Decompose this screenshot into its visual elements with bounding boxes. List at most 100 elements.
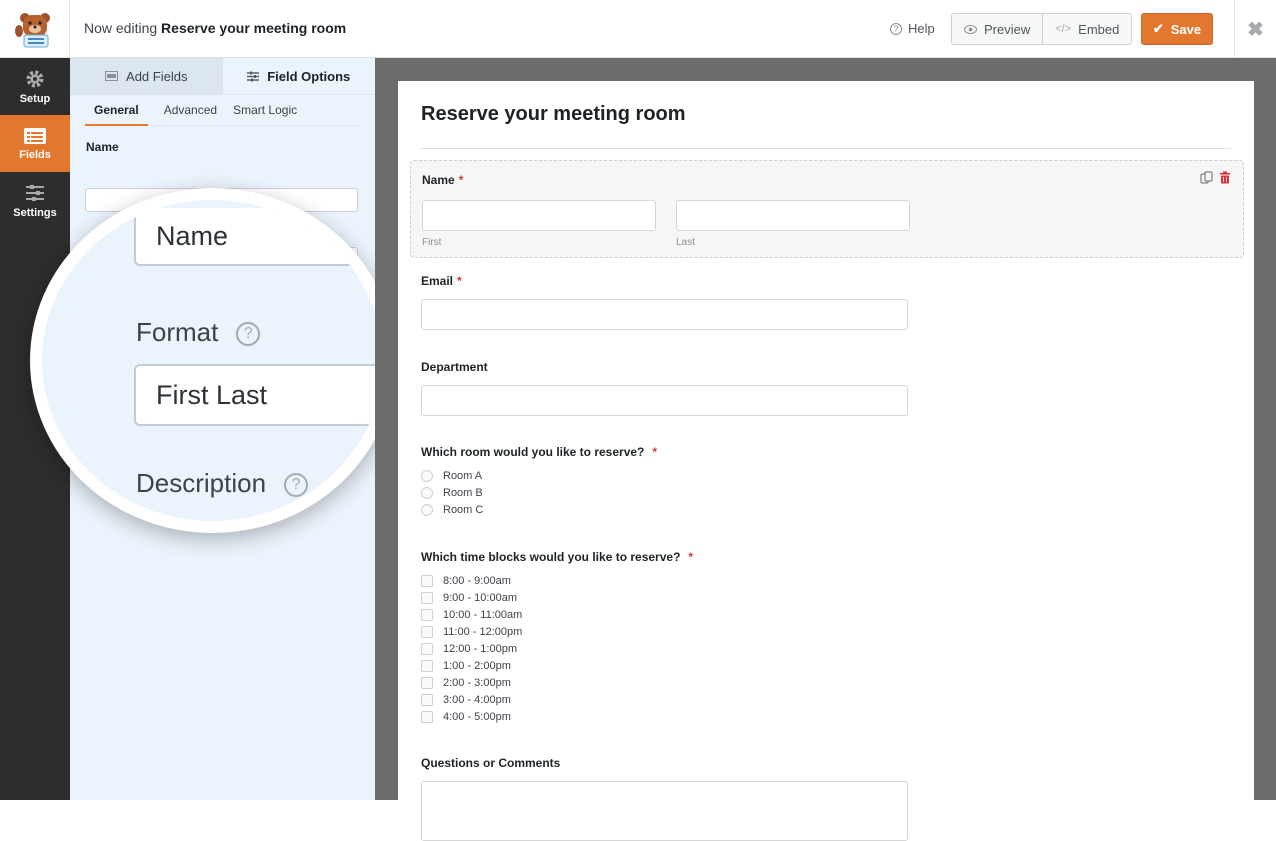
checkbox[interactable] — [421, 710, 433, 723]
checkbox[interactable] — [421, 625, 433, 638]
label-field-label: Name — [86, 140, 119, 154]
checkbox[interactable] — [421, 642, 433, 655]
save-button[interactable]: ✔ Save — [1141, 13, 1213, 45]
duplicate-icon[interactable] — [1200, 171, 1213, 184]
magnified-format-value: First Last — [134, 364, 383, 426]
time-option[interactable]: 12:00 - 1:00pm — [421, 640, 1233, 657]
eye-icon — [964, 24, 977, 34]
checkbox[interactable] — [421, 659, 433, 672]
checkbox[interactable] — [421, 591, 433, 604]
room-option[interactable]: Room A — [421, 467, 1233, 484]
field-options-panel: Add Fields Field Options General Advance… — [30, 58, 395, 800]
time-option[interactable]: 1:00 - 2:00pm — [421, 657, 1233, 674]
field-actions — [1200, 171, 1231, 184]
editing-prefix: Now editing — [84, 20, 158, 36]
bear-mascot-icon — [14, 13, 50, 48]
subtab-general[interactable]: General — [85, 102, 148, 126]
radio-button[interactable] — [421, 486, 433, 499]
form-title: Reserve your meeting room — [421, 103, 686, 125]
trash-icon[interactable] — [1219, 171, 1231, 184]
tab-field-options[interactable]: Field Options — [222, 58, 375, 94]
form-card: Reserve your meeting room Name * First La… — [398, 81, 1254, 841]
description-label-text: Description — [136, 468, 267, 498]
preview-button[interactable]: Preview — [952, 14, 1042, 44]
help-label: Help — [908, 21, 935, 36]
magnified-description-label: Description? — [136, 468, 309, 499]
time-option[interactable]: 4:00 - 5:00pm — [421, 708, 1233, 725]
time-option[interactable]: 9:00 - 10:00am — [421, 589, 1233, 606]
wpforms-logo — [0, 0, 70, 58]
magnifier-callout: Name Format? First Last Description? — [30, 188, 395, 533]
tab-add-fields[interactable]: Add Fields — [70, 58, 223, 94]
email-input[interactable] — [421, 299, 908, 330]
first-sublabel: First — [422, 237, 442, 248]
embed-button[interactable]: </> Embed — [1042, 14, 1131, 44]
checkmark-icon: ✔ — [1152, 21, 1164, 36]
department-field-label: Department — [421, 360, 488, 374]
checkbox[interactable] — [421, 676, 433, 689]
time-blocks-field: Which time blocks would you like to rese… — [410, 550, 1244, 725]
time-option[interactable]: 11:00 - 12:00pm — [421, 623, 1233, 640]
required-mark: * — [458, 173, 464, 187]
checkbox[interactable] — [421, 608, 433, 621]
tab-add-fields-label: Add Fields — [126, 68, 188, 84]
required-mark: * — [457, 274, 462, 288]
magnified-format-label: Format? — [136, 317, 261, 348]
room-option[interactable]: Room C — [421, 501, 1233, 518]
checkbox[interactable] — [421, 693, 433, 706]
time-option[interactable]: 2:00 - 3:00pm — [421, 674, 1233, 691]
close-icon: ✖ — [1247, 18, 1264, 41]
room-field-label: Which room would you like to reserve? * — [421, 445, 658, 459]
title-divider — [421, 148, 1231, 149]
department-field: Department — [410, 360, 1244, 416]
time-options: 8:00 - 9:00am 9:00 - 10:00am 10:00 - 11:… — [421, 572, 1233, 725]
name-field-label: Name * — [422, 173, 464, 187]
add-fields-icon — [105, 71, 119, 81]
top-bar: Now editing Reserve your meeting room ? … — [0, 0, 1276, 58]
sliders-icon — [26, 184, 44, 201]
room-field: Which room would you like to reserve? * R… — [410, 445, 1244, 518]
email-field: Email * — [410, 274, 1244, 330]
last-sublabel: Last — [676, 237, 695, 248]
last-name-input[interactable] — [676, 200, 910, 231]
required-mark: * — [652, 445, 658, 459]
comments-textarea[interactable] — [421, 781, 908, 841]
department-input[interactable] — [421, 385, 908, 416]
radio-button[interactable] — [421, 503, 433, 516]
required-mark: * — [688, 550, 694, 564]
close-button[interactable]: ✖ — [1234, 0, 1276, 58]
nav-label-fields: Fields — [19, 148, 51, 161]
time-option[interactable]: 8:00 - 9:00am — [421, 572, 1233, 589]
email-field-label: Email * — [421, 274, 462, 288]
help-button[interactable]: ? Help — [890, 21, 935, 36]
option-subtabs: General Advanced Smart Logic — [85, 102, 360, 126]
magnified-label-input: Name — [134, 208, 383, 266]
magnified-format-text: First Last — [156, 379, 268, 410]
nav-item-setup[interactable]: Setup — [0, 58, 70, 115]
gear-icon — [26, 70, 44, 87]
room-options: Room A Room B Room C — [421, 467, 1233, 518]
time-option[interactable]: 10:00 - 11:00am — [421, 606, 1233, 623]
tab-field-options-label: Field Options — [267, 68, 351, 84]
options-sliders-icon — [247, 71, 260, 81]
embed-label: Embed — [1078, 21, 1120, 37]
radio-button[interactable] — [421, 469, 433, 482]
subtab-advanced[interactable]: Advanced — [164, 102, 217, 126]
nav-item-fields[interactable]: Fields — [0, 115, 70, 172]
editing-title: Now editing Reserve your meeting room — [84, 20, 346, 36]
nav-item-settings[interactable]: Settings — [0, 172, 70, 229]
name-field[interactable]: Name * First Last — [410, 160, 1244, 258]
comments-field: Questions or Comments — [410, 756, 1244, 841]
magnified-label-value: Name — [156, 220, 229, 251]
preview-embed-group: Preview </> Embed — [951, 13, 1133, 45]
help-icon: ? — [236, 322, 261, 347]
help-icon: ? — [890, 22, 902, 35]
subtab-smart-logic[interactable]: Smart Logic — [233, 102, 297, 126]
checkbox[interactable] — [421, 574, 433, 587]
room-option[interactable]: Room B — [421, 484, 1233, 501]
editing-form-name: Reserve your meeting room — [161, 20, 347, 36]
first-name-input[interactable] — [422, 200, 656, 231]
fields-icon — [24, 127, 46, 144]
time-option[interactable]: 3:00 - 4:00pm — [421, 691, 1233, 708]
code-icon: </> — [1055, 23, 1072, 35]
